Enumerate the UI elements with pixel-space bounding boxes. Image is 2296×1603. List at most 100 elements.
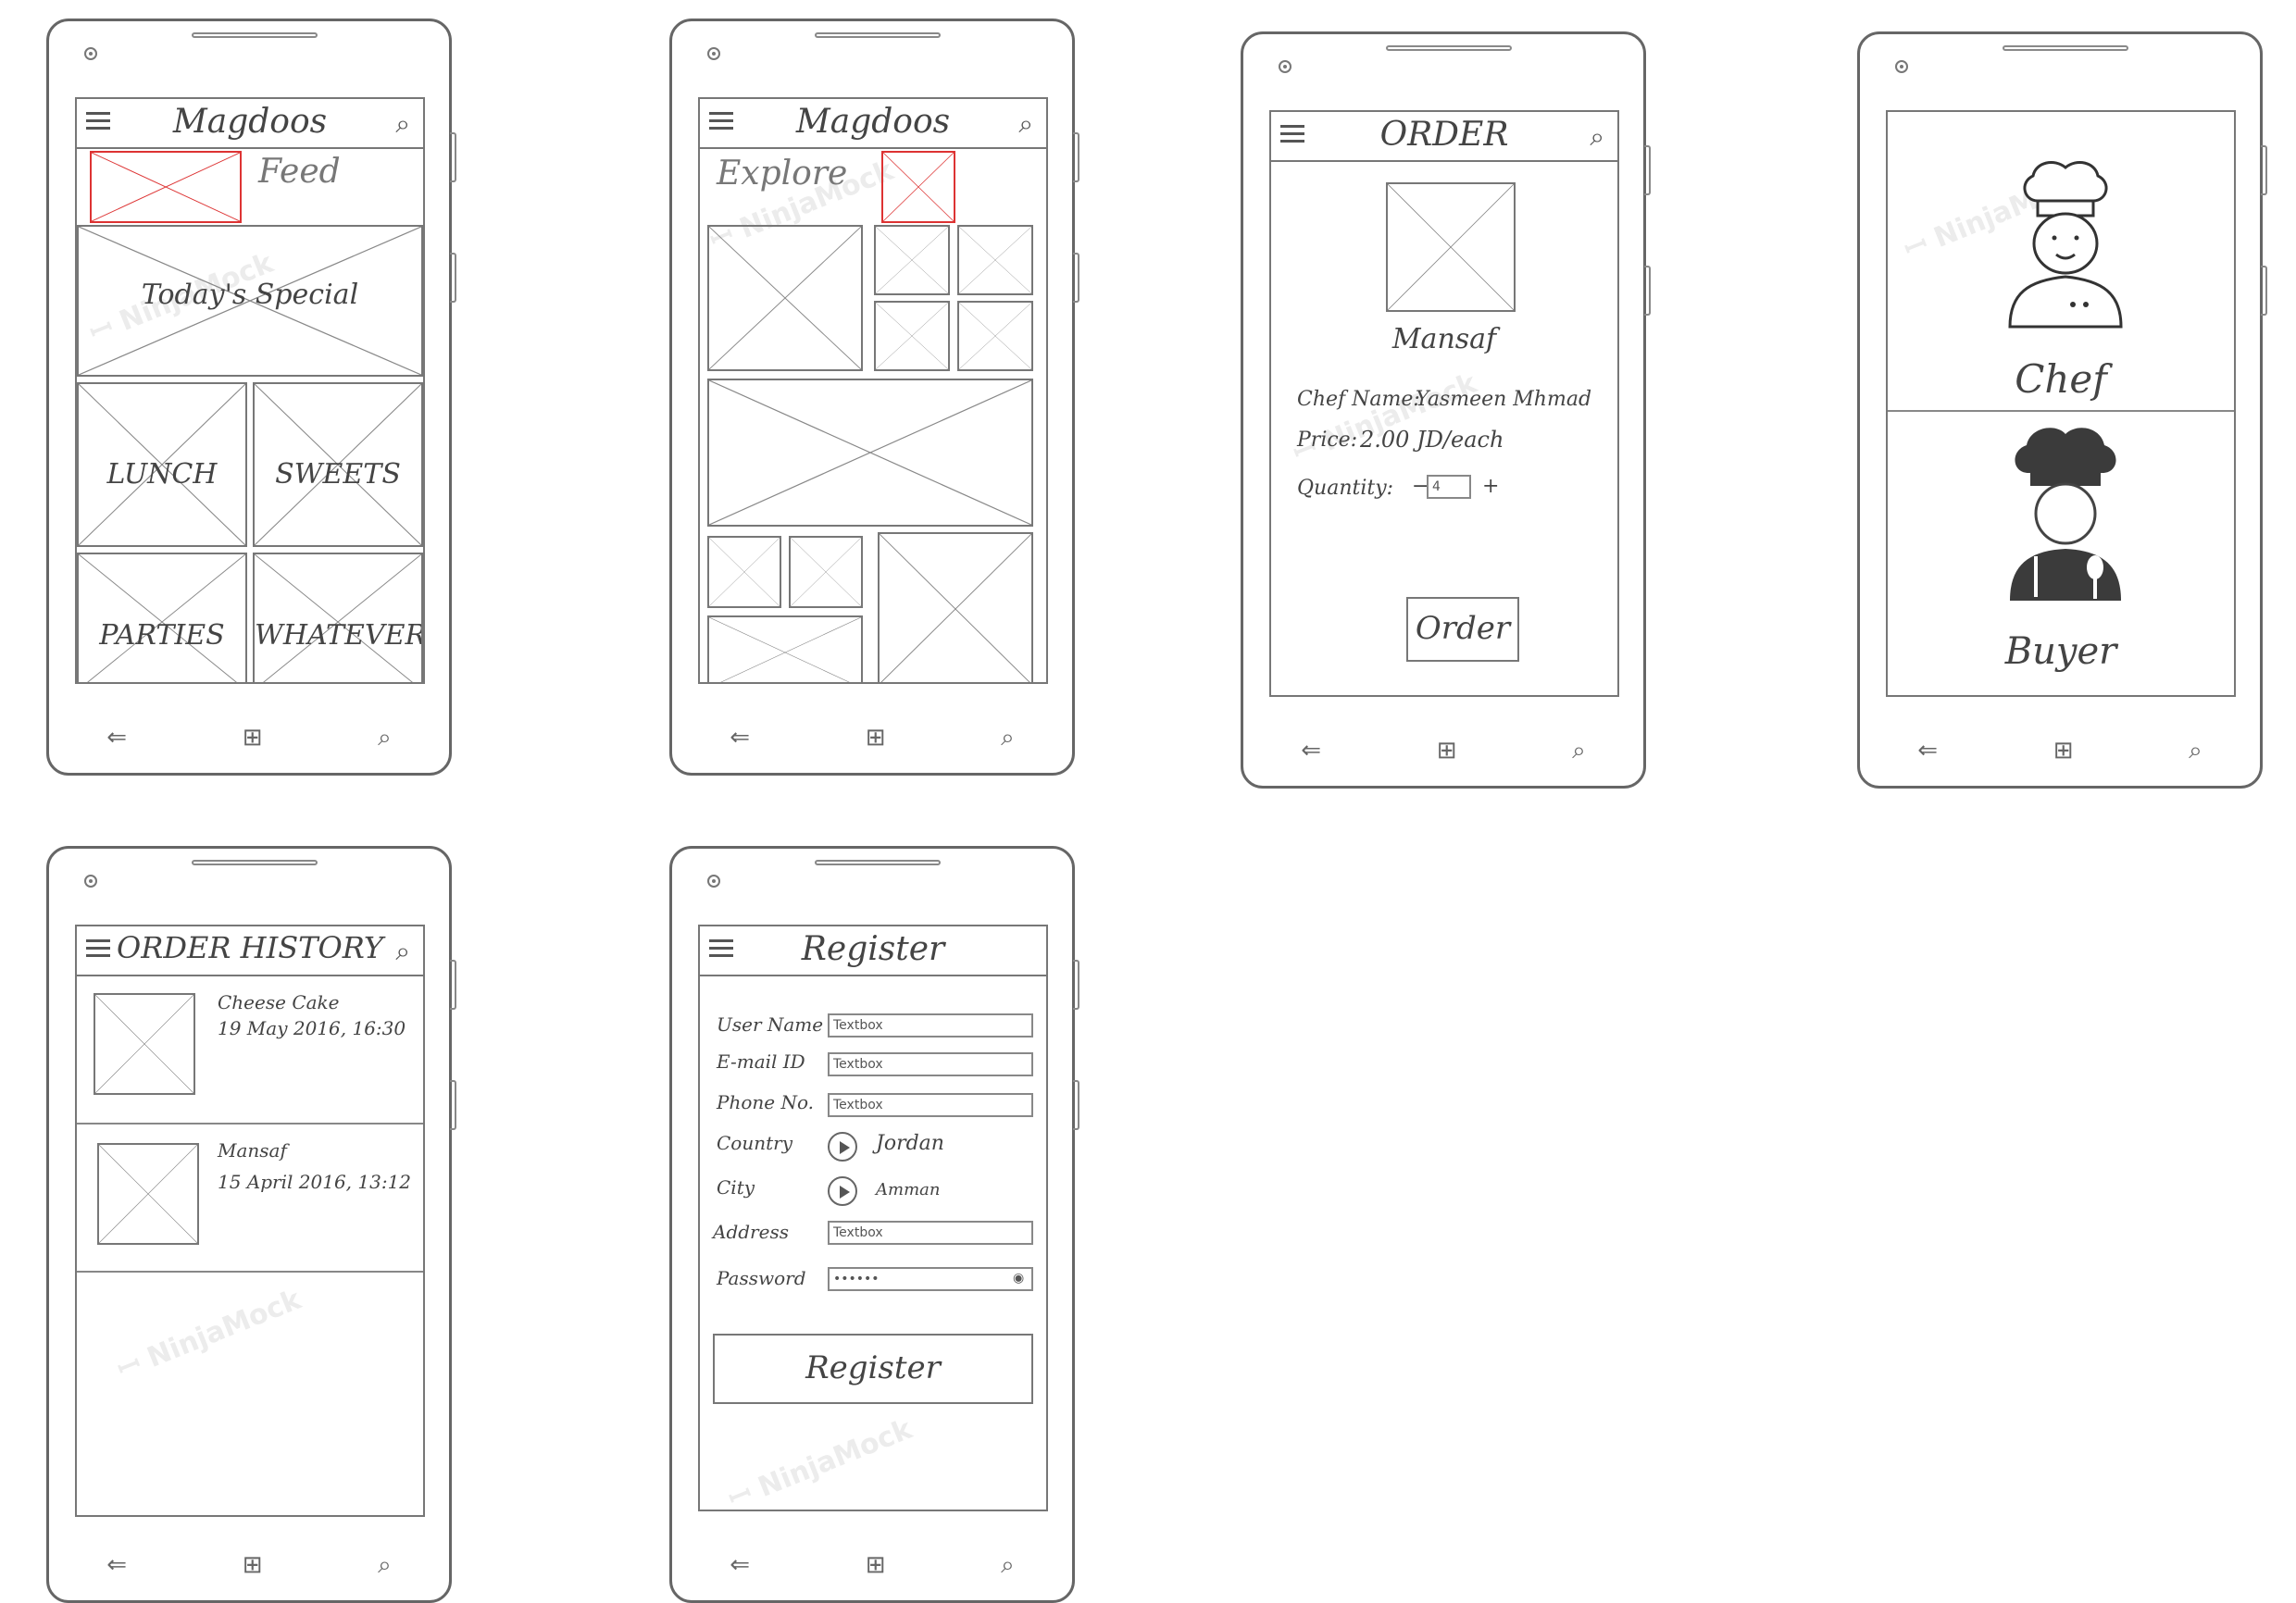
back-arrow-icon[interactable]: ⇐: [106, 1551, 127, 1579]
history-row[interactable]: Cheese Cake 19 May 2016, 16:30: [77, 976, 423, 1123]
search-icon[interactable]: ⌕: [1572, 737, 1586, 765]
back-arrow-icon[interactable]: ⇐: [730, 724, 750, 752]
explore-tile[interactable]: [874, 301, 950, 371]
explore-banner[interactable]: [707, 379, 1033, 527]
search-icon[interactable]: ⌕: [378, 1551, 392, 1580]
dish-name: Mansaf: [1391, 323, 1497, 355]
chef-name-value: Yasmeen Mhmad: [1416, 388, 1592, 411]
windows-logo-icon[interactable]: ⊞: [243, 724, 263, 752]
hamburger-menu-icon[interactable]: [1280, 125, 1304, 147]
password-label: Password: [717, 1267, 806, 1289]
tile-sweets[interactable]: SWEETS: [253, 382, 423, 547]
hamburger-menu-icon[interactable]: [709, 112, 733, 134]
phone-explore: Magdoos ⌕ Explore ⇐ ⊞ ⌕: [669, 19, 1079, 776]
search-icon[interactable]: ⌕: [2189, 737, 2202, 765]
back-arrow-icon[interactable]: ⇐: [1917, 737, 1938, 764]
windows-logo-icon[interactable]: ⊞: [243, 1551, 263, 1579]
camera-icon: [707, 47, 720, 60]
screen: Chef Buyer: [1886, 110, 2236, 697]
quantity-label: Quantity:: [1297, 477, 1394, 500]
windows-logo-icon[interactable]: ⊞: [866, 724, 886, 752]
power-button: [2261, 266, 2267, 316]
phone-register: Register User Name Textbox E-mail ID Tex…: [669, 846, 1079, 1603]
explore-tile[interactable]: [707, 225, 863, 371]
explore-tile[interactable]: [878, 532, 1033, 682]
phone-role-select: Chef Buyer ⇐ ⊞ ⌕: [1857, 31, 2267, 789]
speaker-slot: [192, 32, 318, 38]
history-item-date: 15 April 2016, 13:12: [218, 1171, 412, 1193]
hamburger-menu-icon[interactable]: [86, 939, 110, 962]
show-password-icon[interactable]: ◉: [1013, 1271, 1024, 1286]
history-thumbnail: [97, 1143, 199, 1245]
price-label: Price:: [1297, 429, 1358, 452]
windows-logo-icon[interactable]: ⊞: [1437, 737, 1457, 764]
tile-sweets-label: SWEETS: [275, 458, 401, 491]
tile-parties[interactable]: PARTIES: [77, 553, 247, 682]
page-title: ORDER HISTORY: [117, 930, 383, 965]
register-button[interactable]: Register: [713, 1334, 1033, 1404]
address-field[interactable]: Textbox: [828, 1221, 1033, 1245]
password-field[interactable]: ••••••: [828, 1267, 1033, 1291]
tile-whatever[interactable]: WHATEVER: [253, 553, 423, 682]
buyer-option[interactable]: Buyer: [1888, 412, 2234, 695]
windows-logo-icon[interactable]: ⊞: [866, 1551, 886, 1579]
screen: Magdoos ⌕ Explore: [698, 97, 1048, 684]
todays-special-card[interactable]: Today's Special: [77, 225, 423, 377]
app-title: Magdoos: [172, 103, 328, 141]
search-icon[interactable]: ⌕: [1001, 1551, 1015, 1580]
search-icon[interactable]: ⌕: [1590, 121, 1604, 153]
hamburger-menu-icon[interactable]: [86, 112, 110, 134]
back-arrow-icon[interactable]: ⇐: [106, 724, 127, 752]
explore-tile[interactable]: [957, 301, 1033, 371]
chef-label: Chef: [2015, 356, 2107, 402]
city-picker-icon[interactable]: [828, 1176, 857, 1206]
user-name-field[interactable]: Textbox: [828, 1013, 1033, 1038]
speaker-slot: [1386, 45, 1512, 51]
history-item-date: 19 May 2016, 16:30: [218, 1017, 406, 1039]
app-bar: Register: [700, 926, 1046, 976]
section-title: Explore: [717, 155, 848, 193]
explore-tile[interactable]: [707, 536, 781, 608]
power-button: [450, 1080, 456, 1130]
explore-tile[interactable]: [874, 225, 950, 295]
quantity-input[interactable]: 4: [1427, 475, 1471, 499]
city-value: Amman: [876, 1180, 941, 1199]
search-icon[interactable]: ⌕: [1001, 724, 1015, 752]
speaker-slot: [815, 32, 941, 38]
search-icon[interactable]: ⌕: [395, 936, 410, 967]
search-icon[interactable]: ⌕: [1018, 108, 1033, 140]
hamburger-menu-icon[interactable]: [709, 939, 733, 962]
bottom-nav: ⇐ ⊞ ⌕: [1860, 732, 2260, 769]
windows-logo-icon[interactable]: ⊞: [2053, 737, 2074, 764]
explore-tile[interactable]: [957, 225, 1033, 295]
phone-field[interactable]: Textbox: [828, 1093, 1033, 1117]
volume-button: [2261, 145, 2267, 195]
country-picker-icon[interactable]: [828, 1132, 857, 1162]
explore-tile[interactable]: [707, 615, 863, 682]
logo-placeholder: [881, 151, 955, 223]
tile-lunch[interactable]: LUNCH: [77, 382, 247, 547]
power-button: [1644, 266, 1651, 316]
bottom-nav: ⇐ ⊞ ⌕: [672, 719, 1072, 756]
bottom-nav: ⇐ ⊞ ⌕: [49, 1547, 449, 1584]
screen: ORDER ⌕ Mansaf Chef Name: Yasmeen Mhmad …: [1269, 110, 1619, 697]
logo-placeholder: [90, 151, 242, 223]
country-label: Country: [717, 1132, 793, 1154]
camera-icon: [84, 875, 97, 888]
back-arrow-icon[interactable]: ⇐: [730, 1551, 750, 1579]
order-button[interactable]: Order: [1406, 597, 1519, 662]
phone-order-history: ORDER HISTORY ⌕ Cheese Cake 19 May 2016,…: [46, 846, 456, 1603]
search-icon[interactable]: ⌕: [378, 724, 392, 752]
chef-option[interactable]: Chef: [1888, 112, 2234, 408]
history-item-name: Mansaf: [218, 1139, 287, 1162]
search-icon[interactable]: ⌕: [395, 108, 410, 140]
user-name-label: User Name: [717, 1013, 824, 1036]
camera-icon: [707, 875, 720, 888]
back-arrow-icon[interactable]: ⇐: [1301, 737, 1321, 764]
page-title: Register: [801, 930, 945, 968]
quantity-plus-button[interactable]: +: [1482, 475, 1499, 498]
history-row[interactable]: Mansaf 15 April 2016, 13:12: [77, 1125, 423, 1271]
explore-tile[interactable]: [789, 536, 863, 608]
phone-order: ORDER ⌕ Mansaf Chef Name: Yasmeen Mhmad …: [1241, 31, 1651, 789]
email-field[interactable]: Textbox: [828, 1052, 1033, 1076]
